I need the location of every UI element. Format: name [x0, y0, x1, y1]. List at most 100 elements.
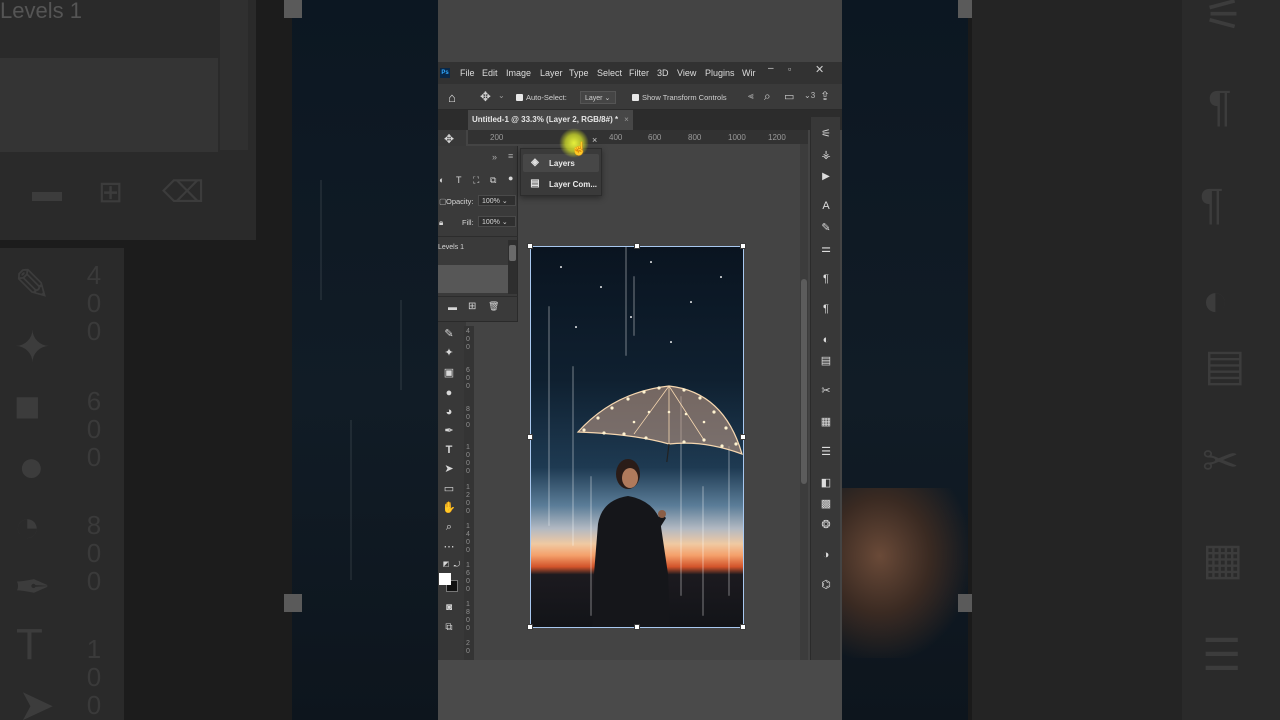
auto-select-checkbox[interactable]: Auto-Select: — [516, 93, 567, 102]
popup-close-icon[interactable]: × — [592, 135, 597, 145]
ruler-digit: 0 — [466, 422, 470, 429]
transform-handle-top[interactable] — [634, 243, 640, 249]
move-tool-icon[interactable]: ✥ — [442, 132, 456, 146]
scrollbar-thumb[interactable] — [509, 245, 516, 261]
transform-handle-top-right[interactable] — [740, 243, 746, 249]
blur-tool-icon[interactable]: ● — [442, 386, 456, 400]
ruler-mark: 1000 — [728, 133, 746, 142]
scrollbar-thumb[interactable] — [801, 279, 807, 484]
menu-filter[interactable]: Filter — [629, 68, 649, 78]
color-icon[interactable]: ◐ — [819, 333, 833, 347]
tool-presets-icon[interactable]: ✂ — [819, 384, 833, 398]
quick-mask-icon[interactable]: ◙ — [442, 601, 456, 615]
panel-item-layers[interactable]: ◈ Layers — [523, 154, 599, 172]
layers-scrollbar[interactable] — [508, 240, 517, 294]
filter-toggle-icon[interactable]: ● — [508, 173, 513, 183]
opacity-field[interactable]: 100% ⌄ — [478, 195, 516, 206]
channels-icon[interactable]: ◑ — [819, 548, 833, 562]
fill-field[interactable]: 100% ⌄ — [478, 216, 516, 227]
home-icon[interactable]: ⌂ — [448, 90, 456, 105]
menu-edit[interactable]: Edit — [482, 68, 498, 78]
history-icon[interactable]: ⚟ — [819, 127, 833, 141]
menu-image[interactable]: Image — [506, 68, 531, 78]
auto-select-target-dropdown[interactable]: Layer ⌄ — [580, 91, 616, 104]
notes-icon[interactable]: ▤ — [819, 354, 833, 368]
delete-layer-icon[interactable]: 🗑︎ — [488, 301, 499, 312]
document-tab[interactable]: Untitled-1 @ 33.3% (Layer 2, RGB/8#) * × — [468, 110, 633, 130]
gradients-icon[interactable]: ◧ — [819, 476, 833, 490]
chevron-down-icon[interactable]: ⌄ — [498, 91, 505, 100]
brush-settings-icon[interactable]: ⚶ — [819, 148, 833, 162]
3d-mode-label[interactable]: ⌄3 — [804, 91, 815, 100]
search-icon[interactable]: ⌕ — [764, 89, 771, 104]
character-icon[interactable]: A — [819, 199, 833, 213]
filter-shape-icon[interactable]: ⛶ — [473, 175, 479, 186]
panel-item-layer-comps[interactable]: ▤ Layer Com... — [523, 175, 599, 193]
new-layer-icon[interactable]: ⊞ — [468, 301, 476, 312]
workspace-icon[interactable]: ▭ — [784, 90, 794, 103]
layer-row-selected[interactable] — [438, 265, 508, 293]
transform-bounding-box[interactable] — [530, 246, 744, 628]
tab-close-icon[interactable]: × — [624, 115, 629, 124]
collapse-panel-icon[interactable]: » — [492, 152, 497, 162]
transform-handle-bottom[interactable] — [634, 624, 640, 630]
menu-view[interactable]: View — [677, 68, 696, 78]
menu-layer[interactable]: Layer — [540, 68, 563, 78]
share-icon[interactable]: ⇪ — [820, 89, 830, 103]
paths-icon[interactable]: ⌬ — [819, 578, 833, 592]
type-tool-icon[interactable]: T — [442, 443, 456, 457]
ruler-digit: 1 — [466, 484, 470, 491]
menu-select[interactable]: Select — [597, 68, 622, 78]
swap-colors-icon[interactable]: ⤾ — [450, 558, 464, 572]
filter-type-icon[interactable]: T — [456, 175, 462, 185]
eraser-tool-icon[interactable]: ✦ — [442, 346, 456, 360]
styles-icon[interactable]: ❂ — [819, 518, 833, 532]
minimize-icon[interactable]: – — [768, 63, 774, 74]
transform-handle-bottom-right[interactable] — [740, 624, 746, 630]
panel-menu-icon[interactable]: ≡ — [508, 151, 513, 161]
properties-icon[interactable]: ⚌ — [819, 242, 833, 256]
lock-all-icon[interactable]: 🔒︎ — [439, 218, 443, 228]
menu-type[interactable]: Type — [569, 68, 589, 78]
screen-mode-icon[interactable]: ⧉ — [442, 621, 456, 635]
filter-smart-object-icon[interactable]: ⧉ — [490, 175, 496, 186]
foreground-color-swatch[interactable] — [439, 573, 451, 585]
transform-handle-bottom-left[interactable] — [527, 624, 533, 630]
path-select-tool-icon[interactable]: ➤ — [442, 462, 456, 476]
brush-tool-icon[interactable]: ✎ — [442, 327, 456, 341]
actions-play-icon[interactable]: ▶ — [819, 170, 833, 184]
filter-adjustment-icon[interactable]: ◐ — [439, 175, 444, 185]
move-tool-icon[interactable]: ✥ — [480, 89, 491, 105]
hand-tool-icon[interactable]: ✋ — [442, 501, 456, 515]
show-transform-checkbox[interactable]: Show Transform Controls — [632, 93, 727, 102]
transform-handle-top-left[interactable] — [527, 243, 533, 249]
menu-plugins[interactable]: Plugins — [705, 68, 735, 78]
transform-handle-left[interactable] — [527, 434, 533, 440]
rectangle-tool-icon[interactable]: ▭ — [442, 482, 456, 496]
gradient-tool-icon[interactable]: ▣ — [442, 366, 456, 380]
menu-3d[interactable]: 3D — [657, 68, 669, 78]
brushes-icon[interactable]: ✎ — [819, 221, 833, 235]
ruler-digit: 0 — [466, 452, 470, 459]
zoom-tool-icon[interactable]: ⌕ — [442, 520, 456, 534]
adjustments-icon[interactable]: ☰ — [819, 445, 833, 459]
menu-file[interactable]: File — [460, 68, 475, 78]
layer-name-label[interactable]: Levels 1 — [438, 244, 464, 251]
paragraph-icon[interactable]: ¶ — [819, 272, 833, 286]
video-frame: Levels 1 ▬ ⊞ ⌫ ✎ ✦ ■ ● ◔ ✒ T ➤ 4 0 0 6 0… — [0, 0, 1280, 720]
swatches-icon[interactable]: ▦ — [819, 415, 833, 429]
align-icon[interactable]: ⫷ — [748, 91, 754, 102]
menu-window[interactable]: Wir — [742, 68, 756, 78]
dodge-tool-icon[interactable]: ◕ — [442, 405, 456, 419]
transform-handle-right[interactable] — [740, 434, 746, 440]
more-tools-icon[interactable]: ⋯ — [442, 540, 456, 554]
maximize-icon[interactable]: ▫ — [788, 64, 791, 74]
canvas-vertical-scrollbar[interactable] — [800, 144, 808, 660]
ruler-digit: 2 — [466, 492, 470, 499]
close-icon[interactable]: ✕ — [815, 63, 824, 76]
ruler-mark: 800 — [688, 133, 702, 142]
patterns-icon[interactable]: ▩ — [819, 497, 833, 511]
new-group-icon[interactable]: ▬ — [448, 302, 457, 312]
pen-tool-icon[interactable]: ✒ — [442, 424, 456, 438]
paragraph-styles-icon[interactable]: ¶ — [819, 302, 833, 316]
